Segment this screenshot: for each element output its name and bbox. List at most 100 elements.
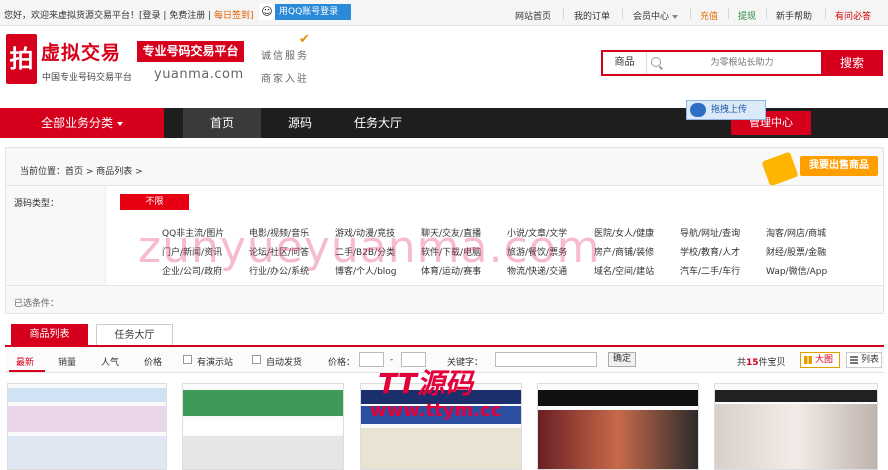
drag-upload-button[interactable]: 拖拽上传 — [686, 100, 766, 120]
nav-site-home[interactable]: 网站首页 — [515, 9, 551, 22]
logo-domain: yuanma.com — [154, 67, 244, 82]
check-icon: ✔ — [299, 32, 310, 47]
keyword-input[interactable] — [495, 352, 597, 367]
thumbnail-band — [538, 410, 698, 469]
auto-delivery-label: 自动发货 — [266, 358, 303, 368]
thumbnail-band — [361, 428, 521, 469]
filter-category-item[interactable]: 论坛/社区/问答 — [249, 245, 309, 258]
divider — [563, 8, 564, 19]
selected-conditions-label: 已选条件： — [14, 299, 60, 309]
nav-source-code[interactable]: 源码 — [288, 108, 312, 138]
filter-category-item[interactable]: 财经/股票/金融 — [766, 245, 826, 258]
divider — [825, 8, 826, 19]
welcome-login-register[interactable]: 您好，欢迎来虚拟货源交易平台！[登录 | 免费注册 | — [4, 11, 211, 21]
demo-site-label: 有演示站 — [197, 358, 234, 368]
divider — [766, 8, 767, 19]
filter-category-item[interactable]: 旅游/餐饮/票务 — [507, 245, 567, 258]
breadcrumb[interactable]: 当前位置：首页 > 商品列表 > — [20, 164, 143, 177]
sort-sales[interactable]: 销量 — [58, 355, 76, 368]
filter-category-item[interactable]: 企业/公司/政府 — [162, 264, 222, 277]
nav-my-orders[interactable]: 我的订单 — [574, 9, 610, 22]
filter-category-item[interactable]: 域名/空间/建站 — [594, 264, 654, 277]
auto-delivery-checkbox[interactable] — [252, 355, 261, 364]
search-input[interactable] — [667, 53, 817, 73]
divider — [622, 8, 623, 19]
filter-type-label: 源码类型： — [14, 199, 60, 209]
product-card[interactable] — [537, 383, 699, 470]
logo-mark[interactable]: 拍 — [6, 34, 37, 84]
confirm-button[interactable]: 确定 — [608, 352, 636, 367]
all-categories-menu[interactable]: 全部业务分类 — [0, 108, 164, 138]
demo-site-checkbox[interactable] — [183, 355, 192, 364]
qq-icon: ☺ — [259, 4, 275, 20]
drag-upload-label: 拖拽上传 — [711, 105, 748, 115]
logo-title[interactable]: 虚拟交易 — [41, 38, 121, 65]
nav-withdraw[interactable]: 提现 — [738, 9, 756, 22]
filter-category-item[interactable]: 淘客/网店/商城 — [766, 226, 826, 239]
total-count: 共15件宝贝 — [737, 355, 786, 368]
filter-category-item[interactable]: 软件/下载/电脑 — [421, 245, 481, 258]
filter-category-item[interactable]: 导航/网址/查询 — [680, 226, 740, 239]
nav-task-hall[interactable]: 任务大厅 — [354, 108, 402, 138]
product-card[interactable] — [7, 383, 167, 470]
sort-newest[interactable]: 最新 — [16, 355, 34, 368]
tab-product-list[interactable]: 商品列表 — [11, 324, 88, 346]
filter-category-item[interactable]: 门户/新闻/资讯 — [162, 245, 222, 258]
filter-category-item[interactable]: 物流/快递/交通 — [507, 264, 567, 277]
filter-category-item[interactable]: 房产/商铺/装修 — [594, 245, 654, 258]
filter-category-item[interactable]: 汽车/二手/车行 — [680, 264, 740, 277]
selected-conditions-bar — [5, 286, 884, 314]
qq-login-button[interactable]: ☺ 用QQ账号登录 — [259, 4, 351, 20]
checkin-link[interactable]: 每日签到] — [214, 11, 254, 21]
nav-recharge[interactable]: 充值 — [700, 9, 718, 22]
total-suffix: 件宝贝 — [758, 358, 786, 368]
filter-category-item[interactable]: 学校/教育/人才 — [680, 245, 740, 258]
nav-newbie-help[interactable]: 新手帮助 — [776, 9, 812, 22]
filter-category-item[interactable]: 游戏/动漫/竞技 — [335, 226, 395, 239]
logo-badge: 专业号码交易平台 — [137, 41, 244, 62]
price-label: 价格： — [328, 358, 356, 368]
all-categories-label: 全部业务分类 — [40, 116, 113, 130]
product-card[interactable] — [182, 383, 344, 470]
nav-qa[interactable]: 有问必答 — [835, 9, 871, 22]
thumbnail-band — [8, 388, 166, 402]
search-button[interactable]: 搜索 — [821, 50, 883, 76]
filter-category-item[interactable]: 聊天/交友/直播 — [421, 226, 481, 239]
qq-login-label: 用QQ账号登录 — [279, 7, 339, 17]
logo-subtitle: 中国专业号码交易平台 — [42, 73, 133, 83]
filter-category-item[interactable]: 小说/文章/文学 — [507, 226, 567, 239]
nav-member-center[interactable]: 会员中心 — [633, 9, 679, 22]
filter-category-item[interactable]: 电影/视频/音乐 — [249, 226, 309, 239]
divider — [728, 8, 729, 19]
filter-category-item[interactable]: 医院/女人/健康 — [594, 226, 654, 239]
breadcrumb-bar: 当前位置：首页 > 商品列表 > — [5, 147, 884, 185]
welcome-text: 您好，欢迎来虚拟货源交易平台！[登录 | 免费注册 | 每日签到] — [4, 8, 254, 21]
filter-category-item[interactable]: 体育/运动/赛事 — [421, 264, 481, 277]
search-box: 商品 搜索 — [601, 50, 883, 76]
filter-category-item[interactable]: 行业/办公/系统 — [249, 264, 309, 277]
thumbnail-band — [183, 420, 343, 434]
view-grid-button[interactable]: 大图 — [800, 352, 840, 368]
filter-category-item[interactable]: 博客/个人/blog — [335, 264, 397, 277]
product-card[interactable] — [714, 383, 878, 470]
slogan-merchant-join[interactable]: 商家入驻 — [261, 70, 309, 85]
sort-price[interactable]: 价格 — [144, 355, 162, 368]
search-category-select[interactable]: 商品 — [603, 52, 647, 74]
total-number: 15 — [746, 358, 759, 368]
sell-product-button[interactable]: 我要出售商品 — [800, 156, 878, 176]
filter-category-item[interactable]: QQ非主流/图片 — [162, 226, 224, 239]
slogan-integrity: 诚信服务 — [261, 51, 309, 62]
watermark-logo: TT源码 — [378, 367, 473, 400]
sort-popularity[interactable]: 人气 — [101, 355, 119, 368]
filter-all-button[interactable]: 不限 — [120, 194, 189, 210]
thumbnail-band — [8, 436, 166, 469]
filter-category-item[interactable]: Wap/微信/App — [766, 264, 827, 277]
sort-active-indicator — [9, 370, 45, 372]
tab-task-hall[interactable]: 任务大厅 — [96, 324, 173, 346]
filter-category-item[interactable]: 二手/B2B/分类 — [335, 245, 395, 258]
thumbnail-band — [715, 390, 877, 402]
nav-home[interactable]: 首页 — [183, 108, 261, 138]
thumbnail-band — [183, 436, 343, 469]
view-list-button[interactable]: 列表 — [846, 352, 882, 368]
chevron-down-icon — [117, 121, 123, 126]
